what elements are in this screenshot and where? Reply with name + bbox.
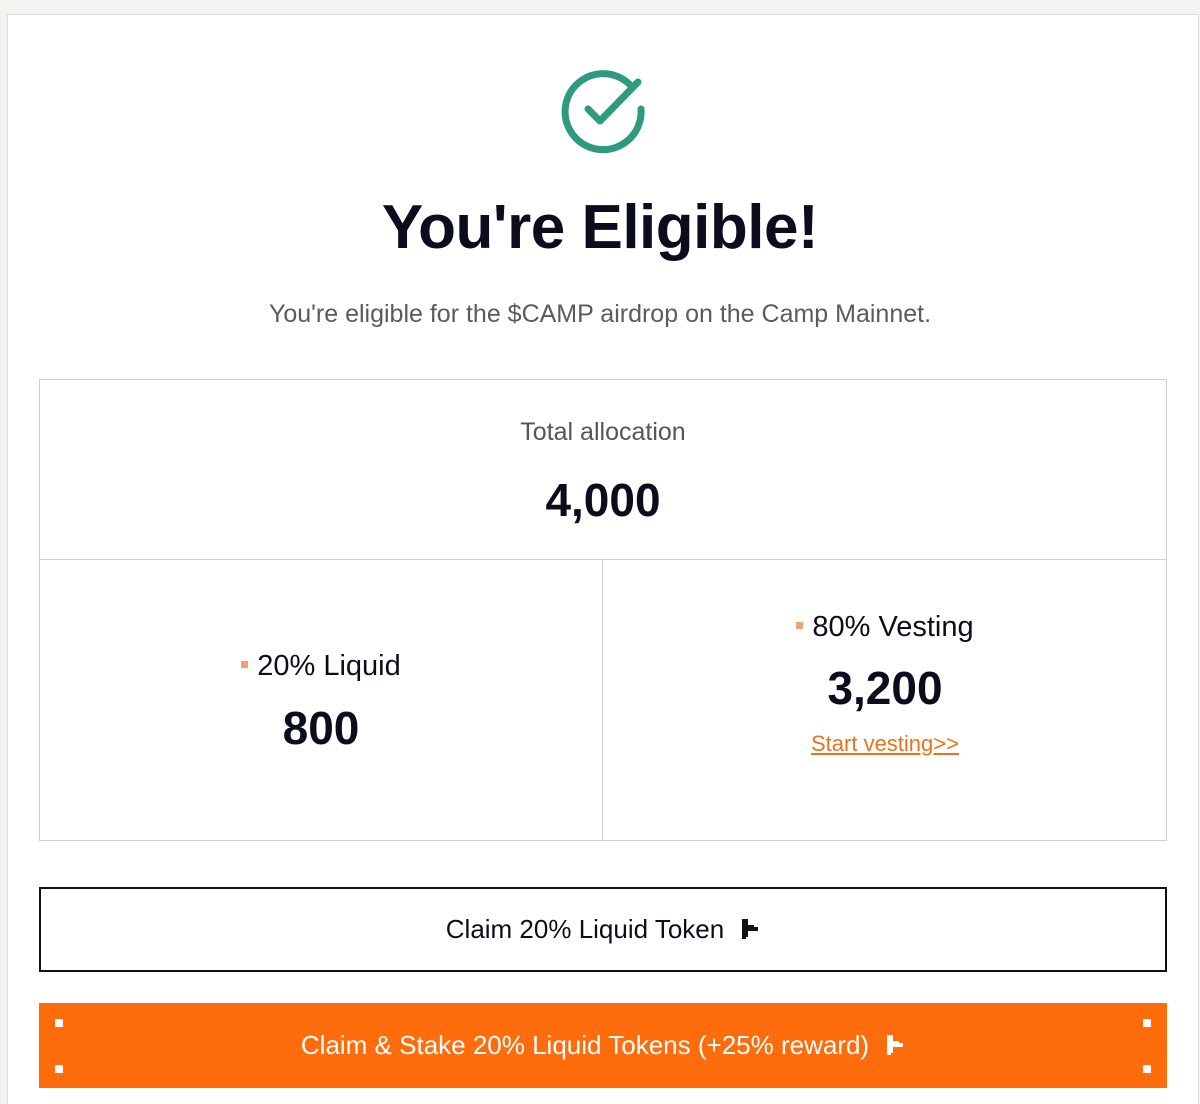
pixel-arrow-icon <box>742 918 760 941</box>
claim-liquid-token-button[interactable]: Claim 20% Liquid Token <box>39 887 1167 972</box>
divider <box>602 559 603 840</box>
total-allocation-value: 4,000 <box>545 474 661 526</box>
claim-button-label: Claim 20% Liquid Token <box>445 914 725 944</box>
eligibility-subtitle: You're eligible for the $CAMP airdrop on… <box>268 300 932 328</box>
bullet-square-icon <box>796 621 804 629</box>
bullet-square-icon <box>241 660 249 668</box>
liquid-allocation-cell: 20% Liquid 800 <box>40 560 602 842</box>
total-allocation-label: Total allocation <box>520 418 686 446</box>
vesting-label: 80% Vesting <box>812 611 974 643</box>
corner-dot <box>1143 1065 1151 1073</box>
vesting-value: 3,200 <box>827 662 943 714</box>
pixel-arrow-icon <box>887 1034 905 1057</box>
corner-dot <box>55 1019 63 1027</box>
corner-dot <box>55 1065 63 1073</box>
claim-and-stake-button[interactable]: Claim & Stake 20% Liquid Tokens (+25% re… <box>39 1003 1167 1088</box>
corner-dot <box>1143 1019 1151 1027</box>
allocation-panel: Total allocation 4,000 20% Liquid 800 80… <box>39 379 1167 841</box>
start-vesting-link[interactable]: Start vesting>> <box>811 731 959 756</box>
liquid-label: 20% Liquid <box>257 650 401 682</box>
liquid-value: 800 <box>282 702 360 754</box>
page-title: You're Eligible! <box>381 193 819 262</box>
check-circle-icon <box>561 70 645 153</box>
vesting-allocation-cell: 80% Vesting 3,200 Start vesting>> <box>604 560 1166 842</box>
claim-stake-button-label: Claim & Stake 20% Liquid Tokens (+25% re… <box>300 1030 870 1060</box>
